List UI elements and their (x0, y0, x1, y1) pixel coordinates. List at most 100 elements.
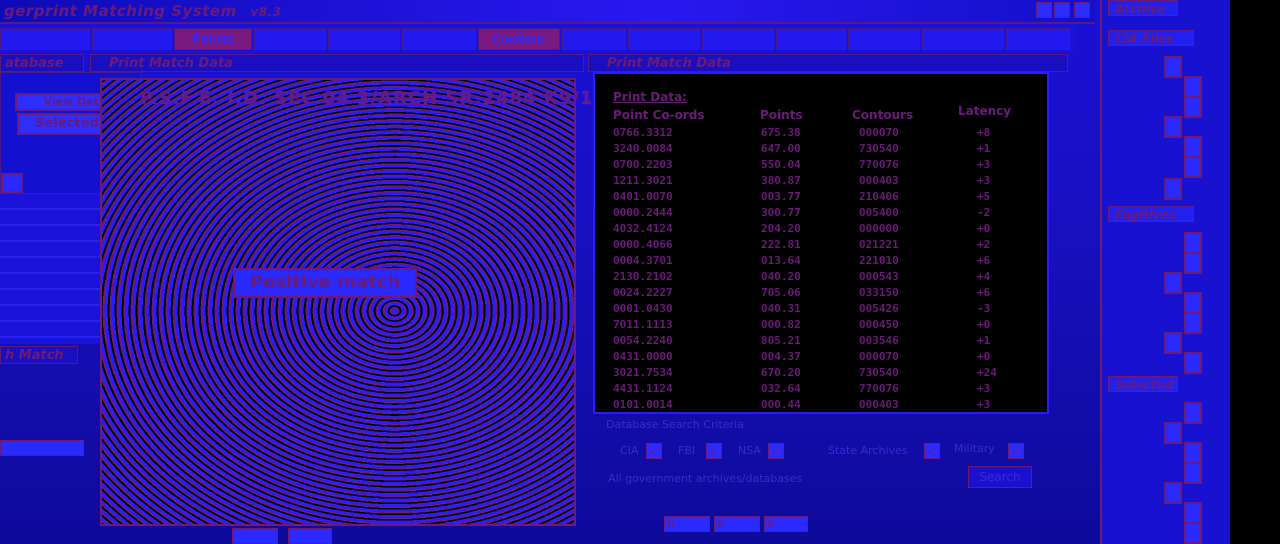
toolbar-button-12[interactable] (1006, 28, 1070, 50)
table-cell: 647.00 (761, 142, 801, 155)
table-cell: 705.06 (761, 286, 801, 299)
table-cell: 000070 (859, 350, 899, 363)
table-cell: +24 (977, 366, 997, 379)
file-icon[interactable] (1184, 502, 1202, 524)
table-cell: 730540 (859, 366, 899, 379)
table-row: 4032.4124 204.20 000000 +0 (595, 222, 1047, 238)
file-icon[interactable] (1184, 232, 1202, 254)
fingerprint-caption: P.S.F.E. I.D. SEC 04 3/ARCH SR.2484 K9/1… (140, 88, 634, 109)
print-data-panel: Print Data: Point Co-ords Points Contour… (593, 72, 1049, 414)
file-icon[interactable] (1164, 422, 1182, 444)
toolbar-button-10[interactable] (848, 28, 920, 50)
table-row: 0000.2444 300.77 005400 -2 (595, 206, 1047, 222)
table-cell: +3 (977, 398, 991, 411)
toolbar-button-5[interactable] (402, 28, 476, 50)
option-fbi-checkbox[interactable]: ✓ (706, 443, 722, 459)
file-icon[interactable] (1184, 292, 1202, 314)
file-icon[interactable] (1184, 352, 1202, 374)
toolbar-button-2[interactable] (92, 28, 172, 50)
col-contours: Contours (852, 108, 914, 122)
file-icon[interactable] (1164, 178, 1182, 200)
table-cell: 4032.4124 (613, 222, 673, 235)
maximize-button[interactable] (1054, 2, 1070, 18)
table-cell: +0 (977, 222, 991, 235)
screen: gerprint Matching System v8.3 Points Con… (0, 0, 1280, 544)
file-icon[interactable] (1184, 462, 1202, 484)
file-icon[interactable] (1184, 156, 1202, 178)
table-cell: 0401.0070 (613, 190, 673, 203)
minimize-button[interactable] (1036, 2, 1052, 18)
database-header: atabase (0, 54, 84, 72)
table-cell: 000403 (859, 174, 899, 187)
table-cell: -3 (977, 302, 991, 315)
table-cell: +1 (977, 142, 991, 155)
file-icon[interactable] (1184, 96, 1202, 118)
toolbar-button-4[interactable] (328, 28, 400, 50)
table-cell: 000.44 (761, 398, 801, 411)
file-icon[interactable] (1184, 136, 1202, 158)
file-icon[interactable] (1164, 332, 1182, 354)
table-cell: 3021.7534 (613, 366, 673, 379)
table-row: 2130.2102 040.20 000543 +4 (595, 270, 1047, 286)
table-cell: 0766.3312 (613, 126, 673, 139)
option-cia-label: CIA (620, 444, 639, 457)
table-cell: 550.04 (761, 158, 801, 171)
table-cell: 204.20 (761, 222, 801, 235)
tab-points[interactable]: Points (174, 28, 252, 50)
toolbar-button-11[interactable] (922, 28, 1004, 50)
table-cell: 3240.0084 (613, 142, 673, 155)
left-indicator[interactable] (1, 173, 23, 193)
option-cia-checkbox[interactable]: ✓ (646, 443, 662, 459)
toolbar-button-1[interactable] (0, 28, 90, 50)
file-icon[interactable] (1184, 522, 1202, 544)
table-cell: 222.81 (761, 238, 801, 251)
table-cell: 033150 (859, 286, 899, 299)
close-button[interactable] (1074, 2, 1090, 18)
match-header: h Match (0, 346, 78, 364)
bottom-field-5[interactable] (288, 528, 332, 544)
col-latency: Latency (958, 104, 1012, 118)
app-version: v8.3 (250, 5, 282, 19)
table-row: 7011.1113 000.82 000450 +0 (595, 318, 1047, 334)
file-icon[interactable] (1164, 482, 1182, 504)
col-points: Points (760, 108, 803, 122)
print-match-header: Print Match Data (90, 54, 584, 72)
tab-contour[interactable]: Contour (478, 28, 560, 50)
table-cell: 300.77 (761, 206, 801, 219)
toolbar-button-3[interactable] (254, 28, 326, 50)
file-icon[interactable] (1184, 312, 1202, 334)
file-icon[interactable] (1164, 272, 1182, 294)
search-button[interactable]: Search (968, 466, 1032, 488)
file-icon[interactable] (1184, 252, 1202, 274)
table-row: 3240.0084 647.00 730540 +1 (595, 142, 1047, 158)
file-icon[interactable] (1184, 402, 1202, 424)
toolbar-button-6[interactable] (562, 28, 626, 50)
file-icon[interactable] (1184, 76, 1202, 98)
toolbar-button-9[interactable] (776, 28, 846, 50)
table-cell: 000543 (859, 270, 899, 283)
file-icon[interactable] (1184, 442, 1202, 464)
table-cell: -2 (977, 206, 991, 219)
toolbar-button-8[interactable] (702, 28, 774, 50)
bottom-field-4[interactable] (232, 528, 278, 544)
state-archives-checkbox[interactable]: ✓ (924, 443, 940, 459)
table-row: 0766.3312 675.38 000070 +8 (595, 126, 1047, 142)
option-nsa-label: NSA (738, 444, 761, 457)
file-icon[interactable] (1164, 116, 1182, 138)
military-checkbox[interactable]: ✓ (1008, 443, 1024, 459)
col-point-coords: Point Co-ords (613, 108, 705, 122)
table-cell: +5 (977, 190, 991, 203)
table-row: 0101.0014 000.44 000403 +3 (595, 398, 1047, 414)
bottom-field-1[interactable]: 0 (664, 516, 710, 532)
search-criteria-title: Database Search Criteria (606, 418, 744, 431)
military-label: Military (954, 442, 995, 455)
option-nsa-checkbox[interactable]: ✓ (768, 443, 784, 459)
table-cell: 005426 (859, 302, 899, 315)
toolbar-button-7[interactable] (628, 28, 700, 50)
bottom-field-3[interactable]: 0 (764, 516, 808, 532)
table-cell: 040.31 (761, 302, 801, 315)
table-cell: 004.37 (761, 350, 801, 363)
table-cell: 2130.2102 (613, 270, 673, 283)
file-icon[interactable] (1164, 56, 1182, 78)
bottom-field-2[interactable]: 0 (714, 516, 760, 532)
